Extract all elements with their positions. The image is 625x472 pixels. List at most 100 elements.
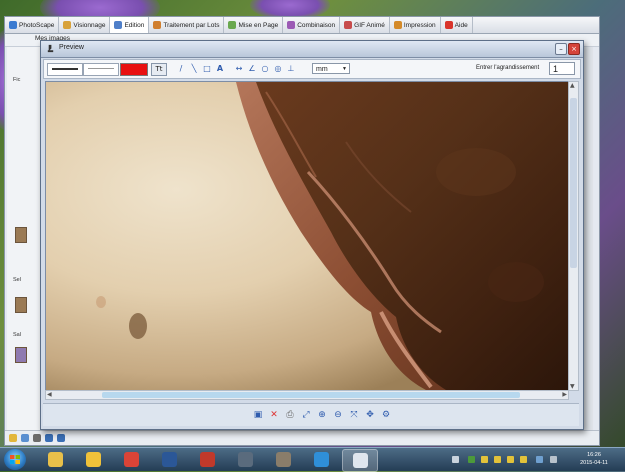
word-app[interactable]: [152, 449, 186, 470]
image-thumbnail[interactable]: [15, 297, 27, 313]
side-label: Sal: [13, 332, 21, 338]
image-thumbnail[interactable]: [15, 347, 27, 363]
tab-mise-en-page[interactable]: Mise en Page: [224, 17, 284, 33]
line-thick-option[interactable]: [47, 63, 83, 76]
volume-icon[interactable]: [536, 456, 543, 463]
preview-toolbar: Tt / ╲ □ A ↔ ∠ ○ ◎ ⊥ mm ▼ Entrer l'agran…: [43, 59, 581, 79]
minimize-button[interactable]: –: [555, 43, 567, 55]
tab-icon: [63, 21, 72, 29]
tab-icon: [287, 21, 296, 29]
tray-app-icon[interactable]: [481, 456, 488, 463]
tray-network-icon[interactable]: [468, 456, 475, 463]
tab-traitement-par-lots[interactable]: Traitement par Lots: [149, 17, 225, 33]
fit-screen-icon[interactable]: ⤧: [349, 410, 359, 420]
tab-label: Aide: [454, 21, 468, 29]
tray-app-icon[interactable]: [507, 456, 514, 463]
circle-icon[interactable]: ○: [260, 63, 270, 74]
vertical-scroll-thumb[interactable]: [570, 97, 577, 268]
measure-icon[interactable]: ⤢: [301, 410, 311, 420]
settings-icon[interactable]: ⚙: [381, 410, 391, 420]
horizontal-scroll-thumb[interactable]: [102, 392, 521, 398]
explorer-icon: [47, 452, 63, 467]
photoscape-app[interactable]: [76, 449, 110, 470]
ie-app[interactable]: [304, 449, 338, 470]
file-browser-panel: Fic Sel Sal: [7, 47, 44, 442]
main-status-bar: [5, 430, 599, 445]
draw-color-swatch[interactable]: [120, 63, 148, 76]
tab-impression[interactable]: Impression: [390, 17, 441, 33]
print-icon[interactable]: ⎙: [285, 410, 295, 420]
picture-icon: [275, 452, 291, 467]
microscope-icon: [47, 44, 54, 53]
preview-image-canvas[interactable]: [45, 81, 569, 391]
tray-app-icon[interactable]: [494, 456, 501, 463]
image-thumbnail[interactable]: [15, 227, 27, 243]
save-icon[interactable]: ▣: [253, 410, 263, 420]
text-icon[interactable]: A: [215, 63, 225, 74]
refresh-icon[interactable]: [21, 434, 29, 442]
picture-app[interactable]: [266, 449, 300, 470]
zoom-out-icon[interactable]: ⊖: [333, 410, 343, 420]
pencil-icon[interactable]: /: [176, 63, 186, 74]
back-arrow-icon[interactable]: [45, 434, 53, 442]
close-button[interactable]: ×: [568, 43, 580, 55]
measure-line-icon[interactable]: ↔: [234, 63, 244, 74]
tab-aide[interactable]: Aide: [441, 17, 473, 33]
system-clock[interactable]: 16:26 2015-04-11: [568, 451, 620, 467]
tab-combinaison[interactable]: Combinaison: [283, 17, 341, 33]
tab-photoscape[interactable]: PhotoScape: [5, 17, 60, 33]
circle-radius-icon[interactable]: ◎: [273, 63, 283, 74]
preview-titlebar[interactable]: Preview – ×: [41, 41, 583, 58]
unit-select[interactable]: mm ▼: [312, 63, 350, 74]
tab-label: Visionnage: [73, 21, 106, 29]
preview-dialog: Preview – × Tt / ╲ □ A ↔ ∠ ○ ◎ ⊥ mm ▼ En…: [40, 40, 584, 430]
side-label: Fic: [13, 77, 21, 83]
scroll-right-icon[interactable]: ▶: [562, 391, 567, 398]
line-icon[interactable]: ╲: [189, 63, 199, 74]
scroll-down-icon[interactable]: ▼: [570, 383, 575, 390]
flag-icon[interactable]: [550, 456, 557, 463]
media-app[interactable]: [228, 449, 262, 470]
star-icon[interactable]: [9, 434, 17, 442]
scroll-left-icon[interactable]: ◀: [47, 391, 52, 398]
tab-visionnage[interactable]: Visionnage: [59, 17, 111, 33]
microscope-app[interactable]: [342, 449, 378, 472]
forward-arrow-icon[interactable]: [57, 434, 65, 442]
windows-taskbar: 16:26 2015-04-11: [0, 447, 625, 472]
microscope-icon: [352, 453, 368, 468]
tab-icon: [9, 21, 17, 29]
scroll-up-icon[interactable]: ▲: [570, 82, 575, 89]
tab-gif-anim-[interactable]: GIF Animé: [340, 17, 390, 33]
pan-icon[interactable]: ✥: [365, 410, 375, 420]
folder-icon[interactable]: [33, 434, 41, 442]
zoom-in-icon[interactable]: ⊕: [317, 410, 327, 420]
tab-icon: [444, 21, 453, 29]
tab-label: Edition: [124, 21, 145, 29]
windows-logo-icon: [10, 455, 20, 464]
line-thin-option[interactable]: [83, 63, 119, 76]
preview-vertical-scrollbar[interactable]: ▲ ▼: [568, 81, 579, 391]
tab-edition[interactable]: Edition: [110, 17, 150, 33]
start-button[interactable]: [4, 449, 26, 470]
font-style-button[interactable]: Tt: [151, 63, 167, 76]
photoscape-icon: [85, 452, 101, 467]
microscope-image: [46, 82, 568, 390]
tab-label: Mise en Page: [238, 21, 279, 29]
preview-action-bar: ▣ ✕ ⎙ ⤢ ⊕ ⊖ ⤧ ✥ ⚙: [43, 403, 579, 426]
disk-app[interactable]: [190, 449, 224, 470]
preview-horizontal-scrollbar[interactable]: ◀ ▶: [45, 390, 569, 400]
zoom-input[interactable]: 1: [549, 62, 575, 75]
rectangle-icon[interactable]: □: [202, 63, 212, 74]
word-icon: [161, 452, 177, 467]
media-icon: [237, 452, 253, 467]
tray-arrow-icon[interactable]: [452, 456, 459, 463]
chrome-app[interactable]: [114, 449, 148, 470]
tab-icon: [153, 21, 162, 29]
tab-label: PhotoScape: [19, 21, 55, 29]
perpendicular-icon[interactable]: ⊥: [286, 63, 296, 74]
clock-date: 2015-04-11: [580, 460, 608, 466]
angle-icon[interactable]: ∠: [247, 63, 257, 74]
tray-app-icon[interactable]: [520, 456, 527, 463]
delete-icon[interactable]: ✕: [269, 410, 279, 420]
explorer-app[interactable]: [38, 449, 72, 470]
